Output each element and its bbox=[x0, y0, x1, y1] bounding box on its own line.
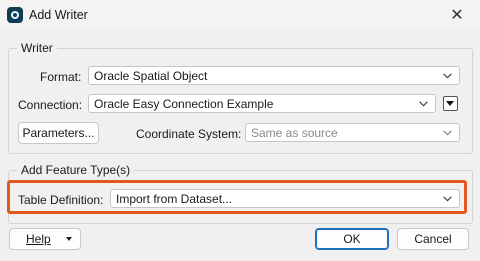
table-definition-label: Table Definition: bbox=[18, 193, 104, 207]
connection-menu-button[interactable] bbox=[443, 96, 458, 111]
coordinate-system-value: Same as source bbox=[251, 126, 338, 140]
cancel-button[interactable]: Cancel bbox=[397, 228, 469, 250]
close-button[interactable]: ✕ bbox=[434, 0, 480, 30]
format-value: Oracle Spatial Object bbox=[94, 69, 208, 83]
table-definition-select[interactable]: Import from Dataset... bbox=[110, 189, 460, 208]
dropdown-triangle-icon bbox=[446, 101, 454, 106]
title-bar: Add Writer ✕ bbox=[0, 0, 480, 30]
cancel-button-label: Cancel bbox=[414, 232, 452, 246]
ok-button[interactable]: OK bbox=[315, 228, 389, 250]
connection-select[interactable]: Oracle Easy Connection Example bbox=[88, 94, 436, 113]
chevron-down-icon bbox=[419, 101, 428, 107]
help-button-label: Help bbox=[26, 232, 51, 246]
table-definition-value: Import from Dataset... bbox=[116, 192, 233, 206]
ok-button-label: OK bbox=[343, 232, 361, 246]
close-icon: ✕ bbox=[450, 7, 464, 24]
app-icon bbox=[7, 7, 23, 23]
connection-label: Connection: bbox=[18, 98, 83, 112]
coordinate-system-label: Coordinate System: bbox=[136, 127, 242, 141]
coordinate-system-select[interactable]: Same as source bbox=[245, 123, 460, 142]
feature-type-group-legend: Add Feature Type(s) bbox=[17, 163, 135, 177]
connection-value: Oracle Easy Connection Example bbox=[94, 97, 274, 111]
writer-group-legend: Writer bbox=[17, 41, 57, 55]
dropdown-triangle-icon bbox=[66, 237, 72, 241]
parameters-button[interactable]: Parameters... bbox=[18, 122, 99, 144]
window-title: Add Writer bbox=[29, 8, 88, 22]
help-button[interactable]: Help bbox=[9, 228, 81, 250]
chevron-down-icon bbox=[443, 196, 452, 202]
chevron-down-icon bbox=[443, 73, 452, 79]
format-select[interactable]: Oracle Spatial Object bbox=[88, 66, 460, 85]
parameters-button-label: Parameters... bbox=[22, 126, 95, 140]
chevron-down-icon bbox=[443, 130, 452, 136]
format-label: Format: bbox=[40, 70, 82, 84]
